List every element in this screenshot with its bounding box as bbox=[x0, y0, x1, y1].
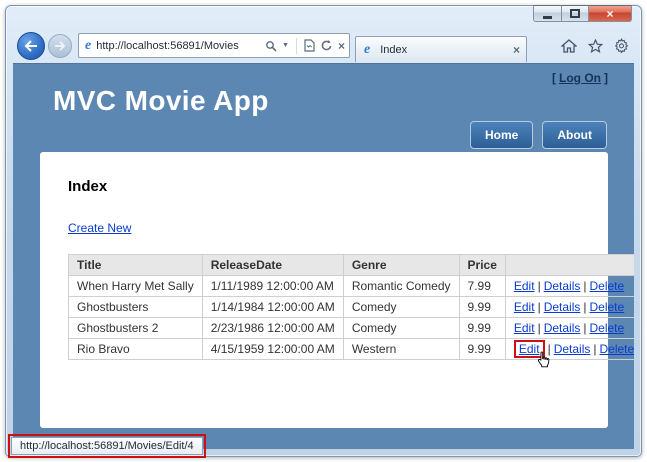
address-url-text: http://localhost:56891/Movies bbox=[96, 40, 265, 52]
tab-title: Index bbox=[380, 44, 513, 56]
compatibility-view-icon[interactable] bbox=[304, 39, 315, 52]
back-button[interactable] bbox=[17, 32, 45, 60]
cell-title: Ghostbusters 2 bbox=[69, 318, 203, 339]
cell-releasedate: 4/15/1959 12:00:00 AM bbox=[202, 339, 343, 360]
table-row: Ghostbusters 2 2/23/1986 12:00:00 AM Com… bbox=[69, 318, 635, 339]
cell-genre: Comedy bbox=[343, 318, 459, 339]
cell-releasedate: 2/23/1986 12:00:00 AM bbox=[202, 318, 343, 339]
cell-price: 9.99 bbox=[459, 339, 505, 360]
delete-link[interactable]: Delete bbox=[590, 321, 625, 335]
page-viewport: [Log On] MVC Movie App Home About Index … bbox=[13, 63, 634, 449]
search-dropdown-icon[interactable]: ▼ bbox=[282, 42, 289, 49]
minimize-icon bbox=[543, 16, 552, 19]
delete-link[interactable]: Delete bbox=[590, 279, 625, 293]
column-header-releasedate: ReleaseDate bbox=[202, 255, 343, 276]
forward-button[interactable] bbox=[48, 34, 72, 58]
edit-link[interactable]: Edit bbox=[514, 300, 535, 314]
cell-genre: Romantic Comedy bbox=[343, 276, 459, 297]
toolbar-right-icons bbox=[561, 38, 634, 53]
action-separator: | bbox=[583, 279, 586, 293]
forward-arrow-icon bbox=[54, 41, 66, 51]
search-icon[interactable] bbox=[265, 40, 277, 52]
cell-title: Ghostbusters bbox=[69, 297, 203, 318]
address-bar-controls: ▼ × bbox=[265, 38, 345, 54]
action-separator: | bbox=[538, 279, 541, 293]
column-header-genre: Genre bbox=[343, 255, 459, 276]
movies-table: Title ReleaseDate Genre Price When Harry… bbox=[68, 254, 634, 360]
ie-favicon-icon: e bbox=[85, 39, 91, 53]
menu-about-button[interactable]: About bbox=[542, 121, 607, 149]
main-content: Index Create New Title ReleaseDate Genre… bbox=[40, 152, 608, 428]
maximize-icon bbox=[570, 9, 580, 18]
action-separator: | bbox=[583, 321, 586, 335]
cell-genre: Comedy bbox=[343, 297, 459, 318]
favorites-star-icon[interactable] bbox=[588, 39, 603, 53]
browser-window: × e http://localhost:56891/Movies ▼ bbox=[5, 5, 642, 457]
page-heading: Index bbox=[68, 178, 580, 195]
browser-toolbar: e http://localhost:56891/Movies ▼ × e In… bbox=[13, 29, 634, 62]
home-icon[interactable] bbox=[561, 39, 577, 53]
column-header-price: Price bbox=[459, 255, 505, 276]
create-new-link[interactable]: Create New bbox=[68, 221, 131, 235]
log-on-bracket-close: ] bbox=[604, 71, 608, 85]
edit-link[interactable]: Edit bbox=[514, 279, 535, 293]
cell-actions: Edit|Details|Delete bbox=[505, 318, 634, 339]
main-menu: Home About bbox=[470, 121, 607, 149]
address-bar[interactable]: e http://localhost:56891/Movies ▼ × bbox=[78, 33, 350, 58]
details-link[interactable]: Details bbox=[544, 300, 581, 314]
delete-link[interactable]: Delete bbox=[590, 300, 625, 314]
annotation-highlight-box: Edit bbox=[514, 340, 545, 358]
edit-link[interactable]: Edit bbox=[514, 321, 535, 335]
action-separator: | bbox=[538, 300, 541, 314]
cell-price: 9.99 bbox=[459, 318, 505, 339]
annotation-highlight-box: http://localhost:56891/Movies/Edit/4 bbox=[8, 434, 206, 458]
details-link[interactable]: Details bbox=[544, 321, 581, 335]
tab-index[interactable]: e Index × bbox=[355, 36, 527, 62]
cell-actions: Edit |Details|Delete bbox=[505, 339, 634, 360]
menu-home-button[interactable]: Home bbox=[470, 121, 533, 149]
delete-link[interactable]: Delete bbox=[600, 342, 635, 356]
minimize-button[interactable] bbox=[533, 5, 562, 22]
cell-genre: Western bbox=[343, 339, 459, 360]
close-icon: × bbox=[606, 7, 613, 21]
table-row: Rio Bravo 4/15/1959 12:00:00 AM Western … bbox=[69, 339, 635, 360]
tools-gear-icon[interactable] bbox=[614, 38, 629, 53]
column-header-actions bbox=[505, 255, 634, 276]
cell-releasedate: 1/14/1984 12:00:00 AM bbox=[202, 297, 343, 318]
log-on-area: [Log On] bbox=[549, 71, 611, 85]
cell-releasedate: 1/11/1989 12:00:00 AM bbox=[202, 276, 343, 297]
table-row: Ghostbusters 1/14/1984 12:00:00 AM Comed… bbox=[69, 297, 635, 318]
window-controls: × bbox=[533, 5, 632, 22]
refresh-icon[interactable] bbox=[320, 39, 333, 52]
action-separator: | bbox=[583, 300, 586, 314]
close-window-button[interactable]: × bbox=[589, 5, 632, 22]
tab-close-icon[interactable]: × bbox=[513, 44, 520, 56]
divider bbox=[296, 38, 297, 54]
app-title: MVC Movie App bbox=[53, 85, 269, 117]
cell-title: Rio Bravo bbox=[69, 339, 203, 360]
log-on-link[interactable]: Log On bbox=[559, 71, 601, 85]
tab-favicon-icon: e bbox=[364, 43, 370, 57]
cell-price: 9.99 bbox=[459, 297, 505, 318]
column-header-title: Title bbox=[69, 255, 203, 276]
action-separator: | bbox=[593, 342, 596, 356]
cell-actions: Edit|Details|Delete bbox=[505, 276, 634, 297]
cell-title: When Harry Met Sally bbox=[69, 276, 203, 297]
stop-icon[interactable]: × bbox=[338, 40, 345, 52]
hand-cursor-icon bbox=[536, 351, 551, 370]
maximize-button[interactable] bbox=[562, 5, 589, 22]
table-row: When Harry Met Sally 1/11/1989 12:00:00 … bbox=[69, 276, 635, 297]
action-separator: | bbox=[538, 321, 541, 335]
table-header-row: Title ReleaseDate Genre Price bbox=[69, 255, 635, 276]
status-link-tooltip: http://localhost:56891/Movies/Edit/4 bbox=[11, 437, 203, 455]
log-on-bracket-open: [ bbox=[552, 71, 556, 85]
cell-actions: Edit|Details|Delete bbox=[505, 297, 634, 318]
back-arrow-icon bbox=[24, 40, 38, 52]
cell-price: 7.99 bbox=[459, 276, 505, 297]
details-link[interactable]: Details bbox=[544, 279, 581, 293]
details-link[interactable]: Details bbox=[554, 342, 591, 356]
